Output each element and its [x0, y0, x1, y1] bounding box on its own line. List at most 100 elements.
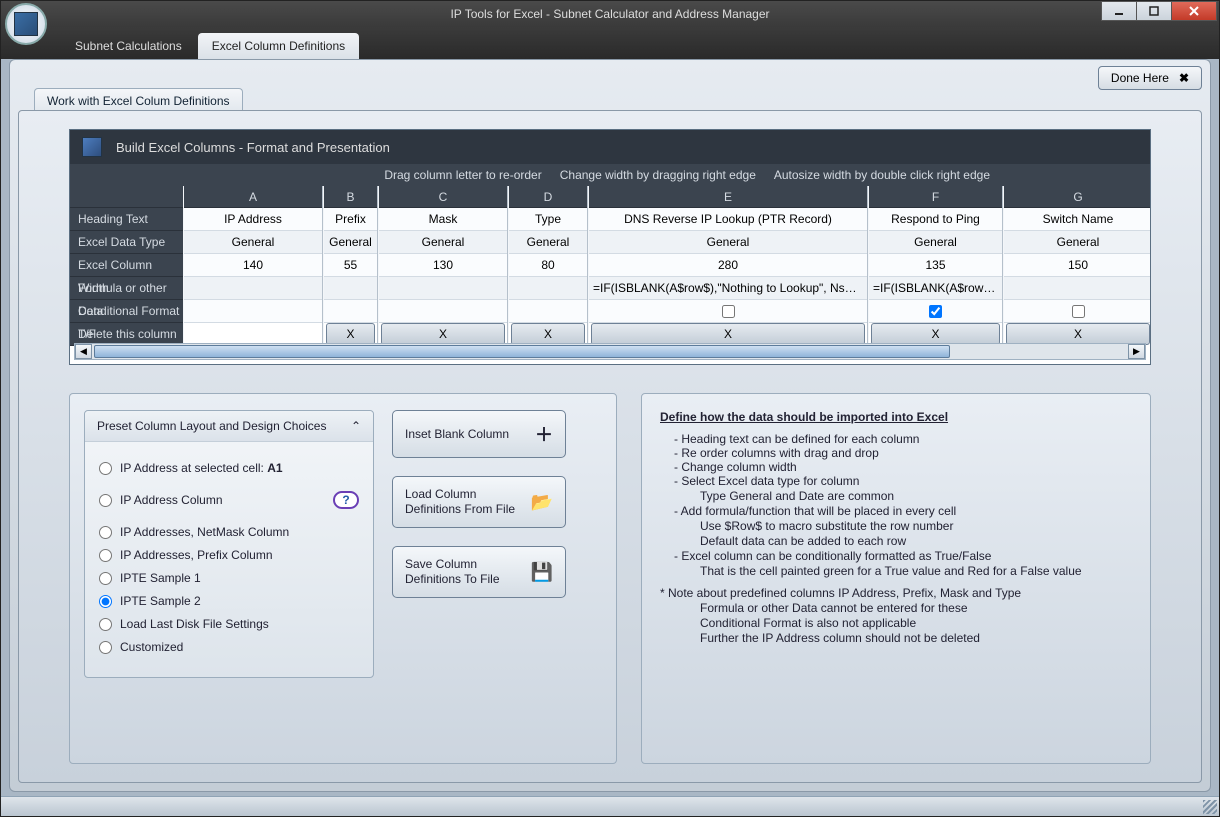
cell-conditional[interactable]: [184, 300, 322, 323]
preset-option[interactable]: IPTE Sample 2: [99, 594, 359, 608]
delete-column-button[interactable]: X: [381, 323, 505, 345]
preset-radio[interactable]: [99, 595, 112, 608]
cell-heading[interactable]: Mask: [379, 208, 507, 231]
cell-datatype[interactable]: General: [184, 231, 322, 254]
preset-option[interactable]: Customized: [99, 640, 359, 654]
cell-conditional[interactable]: [509, 300, 587, 323]
cell-formula[interactable]: =IF(ISBLANK(A$row$),"Nothing to Lookup",…: [589, 277, 867, 300]
column-letter[interactable]: D: [509, 186, 587, 208]
cell-datatype[interactable]: General: [324, 231, 377, 254]
delete-column-button[interactable]: X: [326, 323, 375, 345]
preset-panel-header[interactable]: Preset Column Layout and Design Choices …: [85, 411, 373, 442]
scroll-right-button[interactable]: ▶: [1128, 344, 1145, 359]
cell-heading[interactable]: Type: [509, 208, 587, 231]
cell-formula[interactable]: =IF(ISBLANK(A$row$),"N...: [869, 277, 1002, 300]
preset-option[interactable]: IPTE Sample 1: [99, 571, 359, 585]
column-letter[interactable]: G: [1004, 186, 1150, 208]
preset-radio[interactable]: [99, 494, 112, 507]
insert-blank-column-button[interactable]: Inset Blank Column ＋: [392, 410, 566, 458]
cell-datatype[interactable]: General: [589, 231, 867, 254]
preset-option[interactable]: IP Address Column: [99, 493, 223, 507]
preset-option[interactable]: IP Address at selected cell: A1: [99, 461, 359, 475]
help-note-line: Conditional Format is also not applicabl…: [660, 616, 1132, 630]
cell-heading[interactable]: IP Address: [184, 208, 322, 231]
cell-width[interactable]: 130: [379, 254, 507, 277]
scroll-left-button[interactable]: ◀: [75, 344, 92, 359]
cell-width[interactable]: 140: [184, 254, 322, 277]
preset-radio[interactable]: [99, 549, 112, 562]
cell-width[interactable]: 150: [1004, 254, 1150, 277]
cell-conditional[interactable]: [324, 300, 377, 323]
cell-formula[interactable]: [509, 277, 587, 300]
cell-heading[interactable]: Prefix: [324, 208, 377, 231]
cell-width[interactable]: 280: [589, 254, 867, 277]
cell-width[interactable]: 80: [509, 254, 587, 277]
preset-radio[interactable]: [99, 572, 112, 585]
inner-frame: Build Excel Columns - Format and Present…: [18, 110, 1202, 783]
conditional-checkbox[interactable]: [1072, 305, 1085, 318]
cell-datatype[interactable]: General: [509, 231, 587, 254]
preset-panel-title: Preset Column Layout and Design Choices: [97, 419, 326, 433]
scroll-thumb[interactable]: [94, 345, 950, 358]
plus-icon: ＋: [535, 421, 553, 447]
help-icon[interactable]: ?: [333, 491, 359, 509]
column-letter[interactable]: A: [184, 186, 322, 208]
row-header-width: Excel Column Width: [70, 254, 183, 277]
conditional-checkbox[interactable]: [929, 305, 942, 318]
preset-radio[interactable]: [99, 641, 112, 654]
cell-width[interactable]: 135: [869, 254, 1002, 277]
cell-heading[interactable]: DNS Reverse IP Lookup (PTR Record): [589, 208, 867, 231]
cell-formula[interactable]: [324, 277, 377, 300]
cell-heading[interactable]: Switch Name: [1004, 208, 1150, 231]
cell-datatype[interactable]: General: [869, 231, 1002, 254]
cell-heading[interactable]: Respond to Ping: [869, 208, 1002, 231]
help-line: Default data can be added to each row: [660, 534, 1132, 548]
row-header-formula: Formula or other Data: [70, 277, 183, 300]
preset-option-label: IP Address Column: [120, 493, 223, 507]
column-B: BPrefixGeneral55 X: [323, 186, 378, 346]
cell-formula[interactable]: [184, 277, 322, 300]
preset-radio[interactable]: [99, 462, 112, 475]
save-definitions-button[interactable]: Save Column Definitions To File 💾: [392, 546, 566, 598]
help-line: - Re order columns with drag and drop: [674, 446, 1132, 460]
hint-autosize: Autosize width by double click right edg…: [774, 168, 990, 182]
delete-column-button[interactable]: X: [511, 323, 585, 345]
cell-formula[interactable]: [379, 277, 507, 300]
load-definitions-button[interactable]: Load Column Definitions From File 📂: [392, 476, 566, 528]
cell-conditional[interactable]: [1004, 300, 1150, 323]
minimize-button[interactable]: [1101, 1, 1137, 21]
column-letter[interactable]: C: [379, 186, 507, 208]
done-here-button[interactable]: Done Here ✖: [1098, 66, 1202, 90]
preset-option[interactable]: IP Addresses, NetMask Column: [99, 525, 359, 539]
app-icon[interactable]: [5, 3, 47, 45]
cell-width[interactable]: 55: [324, 254, 377, 277]
delete-placeholder: [184, 323, 322, 345]
cell-conditional[interactable]: [379, 300, 507, 323]
preset-radio[interactable]: [99, 618, 112, 631]
cell-conditional[interactable]: [869, 300, 1002, 323]
preset-option[interactable]: Load Last Disk File Settings: [99, 617, 359, 631]
maximize-button[interactable]: [1136, 1, 1172, 21]
folder-open-icon: 📂: [531, 492, 553, 513]
preset-radio[interactable]: [99, 526, 112, 539]
close-button[interactable]: [1171, 1, 1217, 21]
delete-column-button[interactable]: X: [871, 323, 1000, 345]
app-icon-inner: [14, 12, 38, 36]
column-letter[interactable]: B: [324, 186, 377, 208]
conditional-checkbox[interactable]: [722, 305, 735, 318]
resize-grip[interactable]: [1203, 800, 1217, 814]
tab-subnet-calculations[interactable]: Subnet Calculations: [61, 33, 196, 59]
horizontal-scrollbar[interactable]: ◀ ▶: [74, 343, 1146, 360]
lower-section: Preset Column Layout and Design Choices …: [69, 393, 1151, 764]
preset-option[interactable]: IP Addresses, Prefix Column: [99, 548, 359, 562]
cell-formula[interactable]: [1004, 277, 1150, 300]
cell-datatype[interactable]: General: [379, 231, 507, 254]
column-letter[interactable]: E: [589, 186, 867, 208]
delete-column-button[interactable]: X: [1006, 323, 1150, 345]
tab-excel-column-definitions[interactable]: Excel Column Definitions: [198, 33, 359, 59]
column-letter[interactable]: F: [869, 186, 1002, 208]
cell-datatype[interactable]: General: [1004, 231, 1150, 254]
cell-conditional[interactable]: [589, 300, 867, 323]
delete-column-button[interactable]: X: [591, 323, 865, 345]
close-icon: ✖: [1179, 71, 1189, 85]
